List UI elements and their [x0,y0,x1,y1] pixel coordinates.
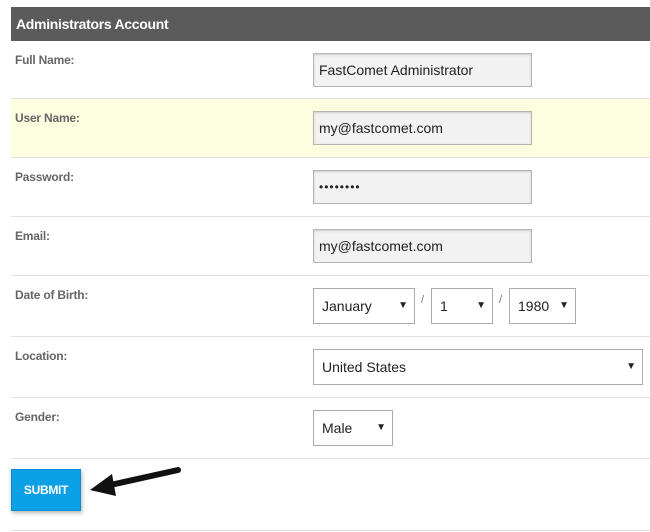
full-name-row: Full Name: FastComet Administrator [11,41,650,99]
day-value: 1 [440,298,448,314]
month-value: January [322,298,372,314]
password-input[interactable]: •••••••• [313,170,532,204]
full-name-input[interactable]: FastComet Administrator [313,53,532,87]
day-select[interactable]: 1 ▼ [431,288,493,324]
dob-row: Date of Birth: January ▼ / 1 ▼ / 1980 ▼ [11,276,650,337]
chevron-down-icon: ▼ [398,300,408,311]
full-name-label: Full Name: [15,53,75,67]
email-row: Email: my@fastcomet.com [11,217,650,276]
chevron-down-icon: ▼ [376,422,386,433]
user-name-row: User Name: my@fastcomet.com [11,99,650,158]
date-separator: / [499,294,503,306]
section-header: Administrators Account [11,7,650,41]
email-label: Email: [15,229,50,243]
dob-label: Date of Birth: [15,288,89,302]
chevron-down-icon: ▼ [626,361,636,372]
gender-select[interactable]: Male ▼ [313,410,393,446]
chevron-down-icon: ▼ [559,300,569,311]
year-select[interactable]: 1980 ▼ [509,288,576,324]
password-label: Password: [15,170,74,184]
gender-row: Gender: Male ▼ [11,398,650,459]
divider [11,530,650,531]
gender-value: Male [322,420,353,436]
year-value: 1980 [518,298,550,314]
date-separator: / [421,294,425,306]
password-row: Password: •••••••• [11,158,650,217]
email-input[interactable]: my@fastcomet.com [313,229,532,263]
user-name-input[interactable]: my@fastcomet.com [313,111,532,145]
location-select[interactable]: United States ▼ [313,349,643,385]
arrow-pointer-icon [90,467,181,496]
gender-label: Gender: [15,410,60,424]
chevron-down-icon: ▼ [476,300,486,311]
submit-button[interactable]: SUBMIT [11,469,81,511]
location-label: Location: [15,349,68,363]
month-select[interactable]: January ▼ [313,288,415,324]
location-value: United States [322,359,407,375]
user-name-label: User Name: [15,111,80,125]
location-row: Location: United States ▼ [11,337,650,398]
